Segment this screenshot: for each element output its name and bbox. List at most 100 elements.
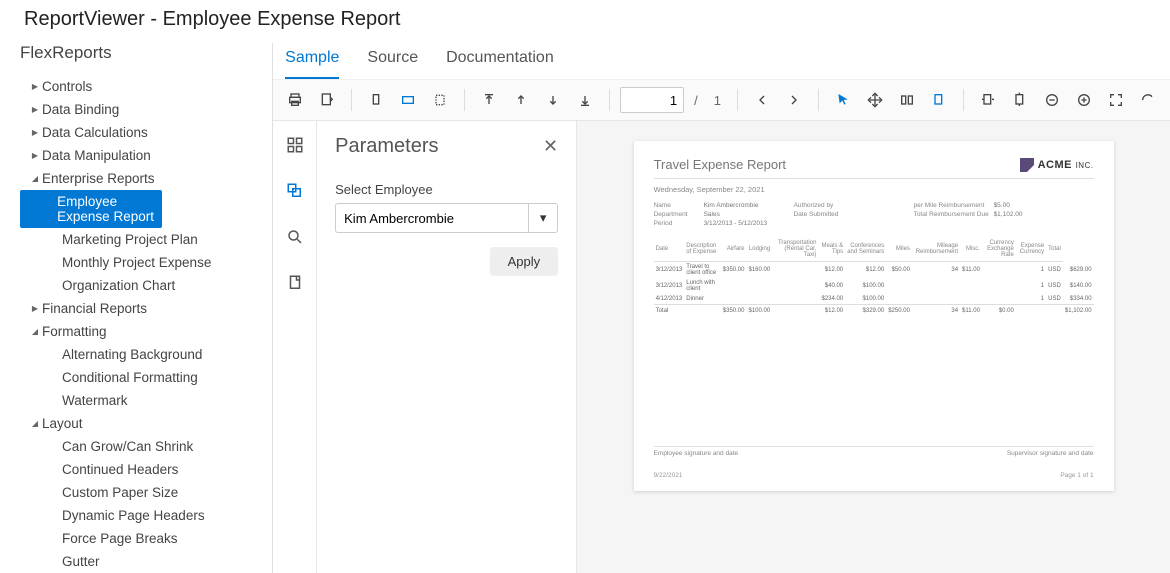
tree-item[interactable]: Organization Chart	[20, 274, 272, 297]
first-page-icon[interactable]	[475, 86, 503, 114]
tree-item[interactable]: Dynamic Page Headers	[20, 504, 272, 527]
next-page-icon[interactable]	[539, 86, 567, 114]
refresh-icon[interactable]	[1134, 86, 1162, 114]
custom-page-icon[interactable]	[426, 86, 454, 114]
footer-date: 9/22/2021	[654, 472, 683, 479]
tree-item-label: Data Calculations	[42, 125, 148, 140]
tree-item-label: Marketing Project Plan	[62, 232, 198, 247]
last-page-icon[interactable]	[571, 86, 599, 114]
tree-item[interactable]: ▶Controls	[20, 75, 272, 98]
apply-button[interactable]: Apply	[490, 247, 559, 276]
tree-item[interactable]: ▶Data Manipulation	[20, 144, 272, 167]
fit-page-icon[interactable]	[1006, 86, 1034, 114]
expense-table: DateDescription of ExpenseAirfareLodging…	[654, 237, 1094, 316]
history-forward-icon[interactable]	[780, 86, 808, 114]
tree-item-label: Layout	[42, 416, 83, 431]
tree-item[interactable]: ◢Enterprise Reports	[20, 167, 272, 190]
tree-item[interactable]: Watermark	[20, 389, 272, 412]
prev-page-icon[interactable]	[507, 86, 535, 114]
table-header: Lodging	[746, 237, 772, 262]
tree-item[interactable]: ◢Layout	[20, 412, 272, 435]
side-panel-tabs	[273, 121, 317, 573]
sidebar-title: FlexReports	[20, 43, 272, 63]
table-row: 3/12/2013Travel to client office$350.00$…	[654, 262, 1094, 279]
logo-mark-icon	[1020, 158, 1034, 172]
portrait-icon[interactable]	[362, 86, 390, 114]
tab-sample[interactable]: Sample	[285, 43, 339, 79]
tree-item[interactable]: ◢Formatting	[20, 320, 272, 343]
tree-item[interactable]: Continued Headers	[20, 458, 272, 481]
tree-item-label: Alternating Background	[62, 347, 202, 362]
caret-down-icon: ◢	[28, 174, 42, 183]
export-icon[interactable]	[313, 86, 341, 114]
pan-tool-icon[interactable]	[861, 86, 889, 114]
caret-right-icon: ▶	[28, 128, 42, 137]
company-logo: ACME INC.	[1020, 158, 1094, 172]
tree-item-label: Monthly Project Expense	[62, 255, 211, 270]
tree-item[interactable]: Conditional Formatting	[20, 366, 272, 389]
tree-item-label: Watermark	[62, 393, 128, 408]
chevron-down-icon[interactable]: ▾	[528, 203, 558, 233]
tree-item-label: Data Manipulation	[42, 148, 151, 163]
tree-item[interactable]: Monthly Project Expense	[20, 251, 272, 274]
pointer-tool-icon[interactable]	[829, 86, 857, 114]
tree-item[interactable]: Force Page Breaks	[20, 527, 272, 550]
report-canvas[interactable]: Travel Expense Report ACME INC. Wednesda…	[577, 121, 1170, 573]
tab-documentation[interactable]: Documentation	[446, 43, 554, 79]
param-field-label: Select Employee	[335, 182, 558, 197]
caret-right-icon: ▶	[28, 105, 42, 114]
table-header: Date	[654, 237, 685, 262]
tree-item[interactable]: Employee Expense Report	[20, 190, 162, 228]
magnifier-tool-icon[interactable]	[925, 86, 953, 114]
page-separator: /	[688, 93, 704, 108]
tree-item[interactable]: Custom Paper Size	[20, 481, 272, 504]
zoom-in-icon[interactable]	[1070, 86, 1098, 114]
tree-item-label: Enterprise Reports	[42, 171, 155, 186]
tree-item[interactable]: ▶Financial Reports	[20, 297, 272, 320]
page-number-input[interactable]	[620, 87, 684, 113]
caret-right-icon: ▶	[28, 151, 42, 160]
parameters-icon[interactable]	[281, 177, 309, 205]
history-back-icon[interactable]	[748, 86, 776, 114]
employee-select-input[interactable]	[335, 203, 528, 233]
table-header: Expense Currency	[1016, 237, 1046, 262]
table-header: Misc.	[960, 237, 982, 262]
tree-item-label: Force Page Breaks	[62, 531, 178, 546]
rubberband-tool-icon[interactable]	[893, 86, 921, 114]
main-panel: Sample Source Documentation / 1	[272, 43, 1170, 573]
landscape-icon[interactable]	[394, 86, 422, 114]
supervisor-signature-label: Supervisor signature and date	[1007, 450, 1094, 457]
caret-down-icon: ◢	[28, 419, 42, 428]
caret-down-icon: ◢	[28, 327, 42, 336]
tree-item[interactable]: Marketing Project Plan	[20, 228, 272, 251]
tree-item-label: Custom Paper Size	[62, 485, 178, 500]
print-icon[interactable]	[281, 86, 309, 114]
table-header: Description of Expense	[684, 237, 721, 262]
table-header: Transportation (Rental Car, Taxi)	[772, 237, 818, 262]
sidebar: FlexReports ▶Controls▶Data Binding▶Data …	[0, 43, 272, 573]
table-total-row: Total$350.00$100.00$12.00$329.00$250.003…	[654, 305, 1094, 317]
page-title: ReportViewer - Employee Expense Report	[0, 0, 1170, 31]
tree-item[interactable]: Alternating Background	[20, 343, 272, 366]
search-icon[interactable]	[281, 223, 309, 251]
tree-item[interactable]: Gutter	[20, 550, 272, 573]
zoom-out-icon[interactable]	[1038, 86, 1066, 114]
fit-width-icon[interactable]	[974, 86, 1002, 114]
tree-item[interactable]: ▶Data Binding	[20, 98, 272, 121]
page-total: 1	[708, 93, 727, 108]
fullscreen-icon[interactable]	[1102, 86, 1130, 114]
page-setup-icon[interactable]	[281, 269, 309, 297]
tree-item-label: Conditional Formatting	[62, 370, 198, 385]
tree-item-label: Organization Chart	[62, 278, 175, 293]
caret-right-icon: ▶	[28, 304, 42, 313]
tab-source[interactable]: Source	[367, 43, 418, 79]
close-icon[interactable]: ✕	[543, 136, 558, 157]
nav-tree: ▶Controls▶Data Binding▶Data Calculations…	[20, 75, 272, 573]
thumbnails-icon[interactable]	[281, 131, 309, 159]
tree-item-label: Controls	[42, 79, 92, 94]
tab-bar: Sample Source Documentation	[273, 43, 1170, 80]
report-title: Travel Expense Report	[654, 157, 786, 172]
tree-item[interactable]: ▶Data Calculations	[20, 121, 272, 144]
tree-item-label: Employee Expense Report	[57, 194, 162, 224]
tree-item[interactable]: Can Grow/Can Shrink	[20, 435, 272, 458]
